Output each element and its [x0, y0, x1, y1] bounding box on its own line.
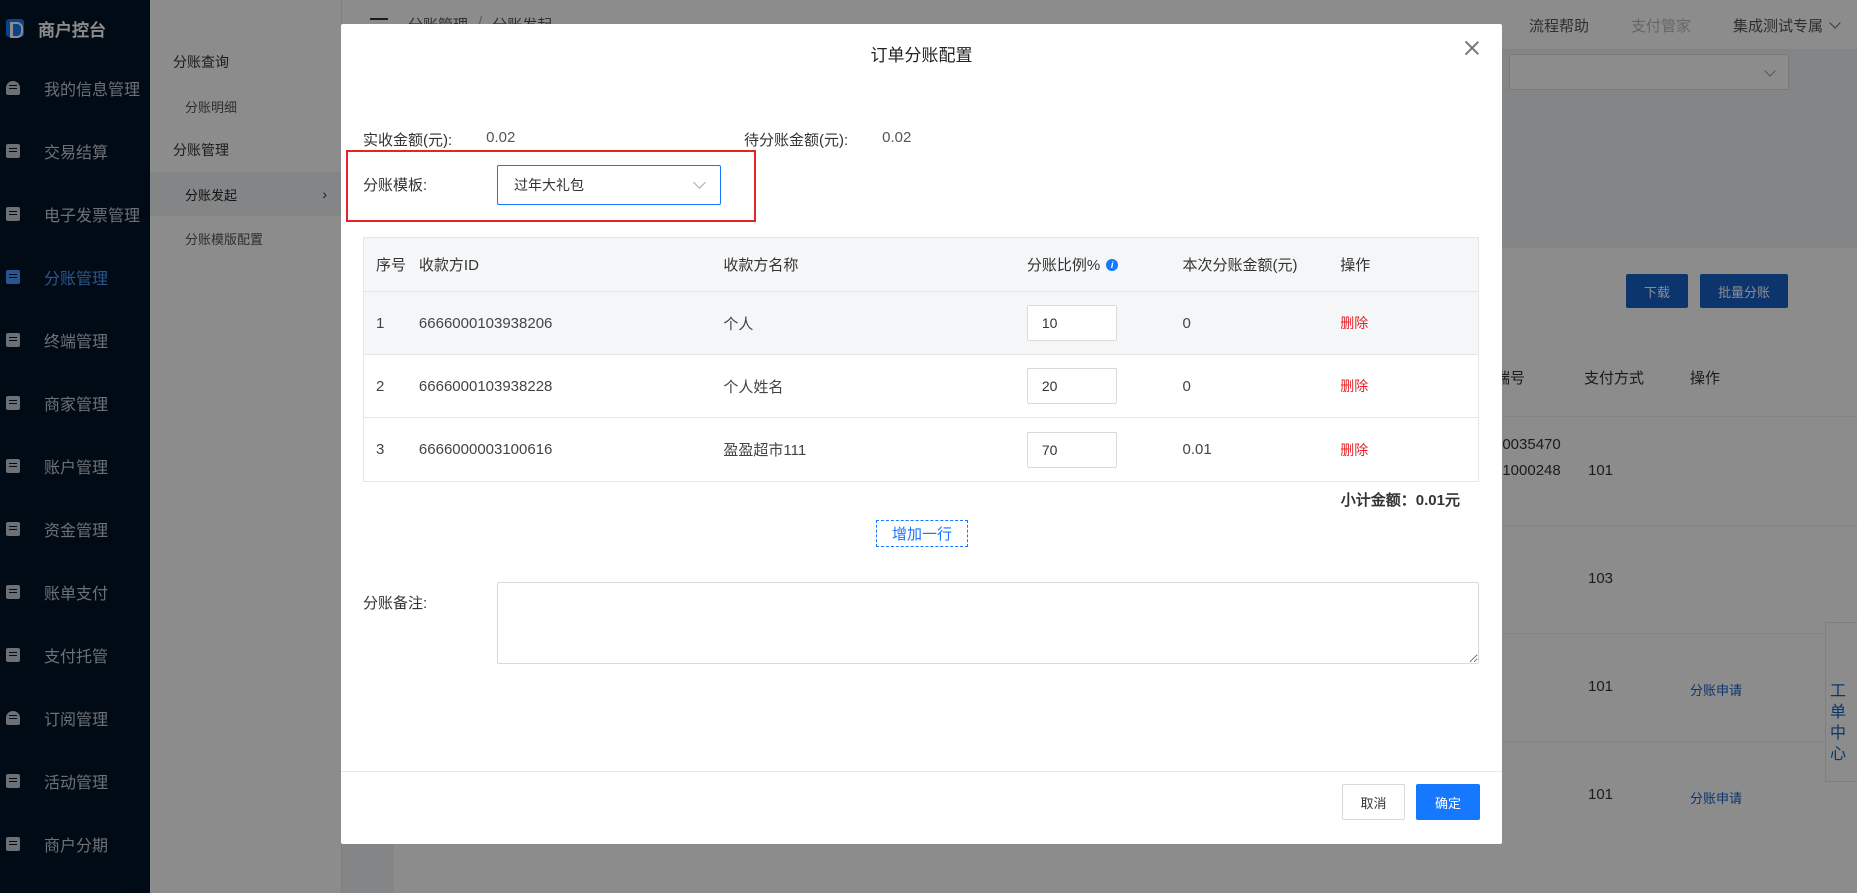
- column-header-amount: 本次分账金额(元): [1182, 257, 1298, 274]
- cell-payee-name: 个人: [723, 315, 754, 333]
- cell-payee-id: 6666000003100616: [418, 441, 553, 458]
- cell-amount: 0: [1182, 377, 1191, 395]
- cell-payee-id: 6666000103938228: [418, 377, 553, 395]
- ratio-input[interactable]: [1026, 305, 1117, 341]
- delete-link[interactable]: 删除: [1340, 315, 1368, 331]
- cell-payee-id: 6666000103938206: [418, 314, 553, 332]
- cell-amount: 0.01: [1182, 441, 1212, 458]
- delete-link[interactable]: 删除: [1340, 378, 1368, 394]
- template-label: 分账模板:: [363, 177, 428, 194]
- cell-payee-name: 个人姓名: [723, 378, 784, 396]
- ratio-input[interactable]: [1026, 368, 1117, 404]
- received-amount-value: 0.02: [486, 129, 516, 146]
- pending-amount-value: 0.02: [882, 129, 912, 146]
- ratio-input[interactable]: [1026, 431, 1117, 468]
- modal-footer: 取消 确定: [341, 771, 1502, 844]
- column-header-ratio: 分账比例% i: [1027, 254, 1183, 275]
- cell-idx: 1: [376, 314, 385, 332]
- pending-amount-label: 待分账金额(元):: [744, 132, 849, 149]
- pending-amount: 待分账金额(元): 0.02: [744, 129, 911, 150]
- table-row: 1 6666000103938206 个人 0 删除: [364, 292, 1478, 355]
- column-header-ratio-label: 分账比例%: [1026, 257, 1101, 274]
- cell-payee-name: 盈盈超市111: [723, 442, 807, 459]
- cell-ratio: [1026, 305, 1183, 341]
- subtotal: 小计金额：0.01元: [1340, 492, 1460, 509]
- received-amount: 实收金额(元): 0.02: [363, 129, 515, 150]
- table-header: 序号 收款方ID 收款方名称 分账比例% i 本次分账金额(元) 操作: [364, 238, 1478, 292]
- cell-ratio: [1026, 368, 1183, 404]
- cell-idx: 3: [376, 441, 385, 458]
- template-select[interactable]: 过年大礼包: [497, 165, 721, 205]
- split-config-modal: 订单分账配置 实收金额(元): 0.02 待分账金额(元): 0.02 分账模板…: [341, 24, 1502, 844]
- close-icon[interactable]: [1464, 40, 1480, 56]
- cell-op: 删除: [1340, 313, 1478, 333]
- delete-link[interactable]: 删除: [1340, 442, 1368, 458]
- column-header-op: 操作: [1340, 257, 1371, 274]
- column-header-idx: 序号: [376, 257, 407, 274]
- add-row-button[interactable]: 增加一行: [876, 520, 968, 547]
- template-selected-value: 过年大礼包: [514, 177, 584, 193]
- cancel-button[interactable]: 取消: [1342, 784, 1405, 820]
- column-header-payee-name: 收款方名称: [723, 257, 799, 274]
- info-icon[interactable]: i: [1106, 258, 1119, 271]
- cell-op: 删除: [1340, 376, 1478, 396]
- remark-textarea[interactable]: [497, 582, 1479, 664]
- column-header-payee-id: 收款方ID: [418, 257, 479, 274]
- cell-op: 删除: [1340, 440, 1478, 460]
- table-row: 3 6666000003100616 盈盈超市111 0.01 删除: [364, 418, 1478, 481]
- split-table: 序号 收款方ID 收款方名称 分账比例% i 本次分账金额(元) 操作 1 66…: [363, 237, 1479, 482]
- cell-idx: 2: [376, 377, 385, 395]
- modal-title: 订单分账配置: [870, 45, 973, 65]
- cell-ratio: [1026, 431, 1183, 468]
- received-amount-label: 实收金额(元):: [363, 132, 453, 149]
- cell-amount: 0: [1182, 314, 1191, 332]
- chevron-down-icon: [693, 176, 706, 189]
- confirm-button[interactable]: 确定: [1416, 784, 1480, 820]
- remark-label: 分账备注:: [363, 595, 428, 612]
- table-row: 2 6666000103938228 个人姓名 0 删除: [364, 355, 1478, 418]
